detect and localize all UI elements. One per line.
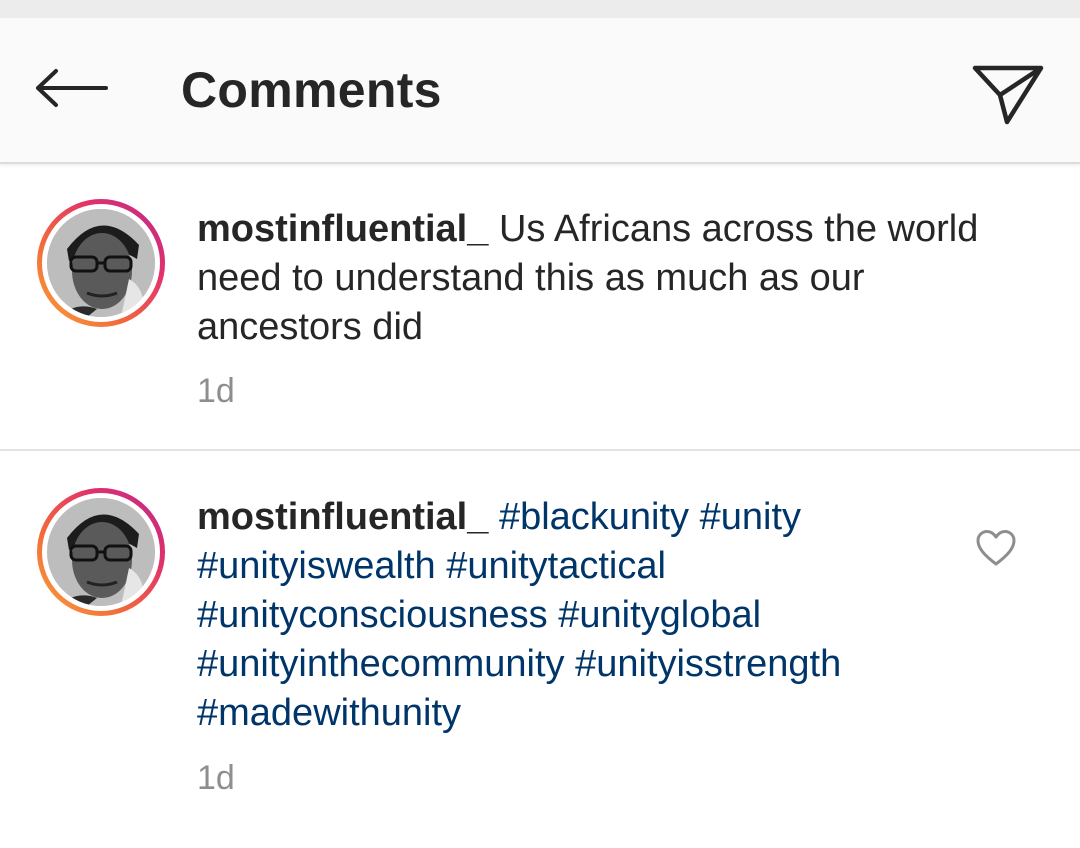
comment-username[interactable]: mostinfluential_ <box>197 496 488 538</box>
hashtag-link[interactable]: #blackunity <box>499 496 689 538</box>
hashtag-link[interactable]: #unityconsciousness <box>197 594 548 636</box>
profile-photo <box>47 209 155 317</box>
paper-plane-icon <box>972 65 1044 125</box>
avatar <box>47 498 155 606</box>
avatar <box>47 209 155 317</box>
back-button[interactable] <box>26 56 116 120</box>
avatar-story-ring[interactable] <box>37 488 165 616</box>
comment-username[interactable]: mostinfluential_ <box>197 208 488 250</box>
like-button[interactable] <box>974 528 1018 568</box>
comments-header: Comments <box>0 18 1080 164</box>
comment-item: mostinfluential_ #blackunity #unity #uni… <box>0 452 1080 848</box>
hashtag-link[interactable]: #unityglobal <box>558 594 761 636</box>
comment-timestamp: 1d <box>197 759 235 797</box>
hashtag-link[interactable]: #unity <box>700 496 801 538</box>
avatar-story-ring[interactable] <box>37 199 165 327</box>
arrow-left-icon <box>36 69 108 107</box>
page-title: Comments <box>181 62 442 118</box>
hashtag-link[interactable]: #unityinthecommunity <box>197 643 565 685</box>
hashtag-link[interactable]: #unitytactical <box>446 545 666 587</box>
status-bar-strip <box>0 0 1080 18</box>
comment-text: mostinfluential_ Us Africans across the … <box>197 205 997 352</box>
heart-outline-icon <box>976 530 1016 566</box>
hashtag-link[interactable]: #unityisstrength <box>575 643 841 685</box>
comment-item: mostinfluential_ Us Africans across the … <box>0 164 1080 449</box>
profile-photo <box>47 498 155 606</box>
comment-divider <box>0 449 1080 451</box>
hashtag-link[interactable]: #unityiswealth <box>197 545 436 587</box>
hashtag-link[interactable]: #madewithunity <box>197 692 461 734</box>
comment-text: mostinfluential_ #blackunity #unity #uni… <box>197 493 957 738</box>
share-button[interactable] <box>962 48 1054 140</box>
comment-timestamp: 1d <box>197 372 235 410</box>
